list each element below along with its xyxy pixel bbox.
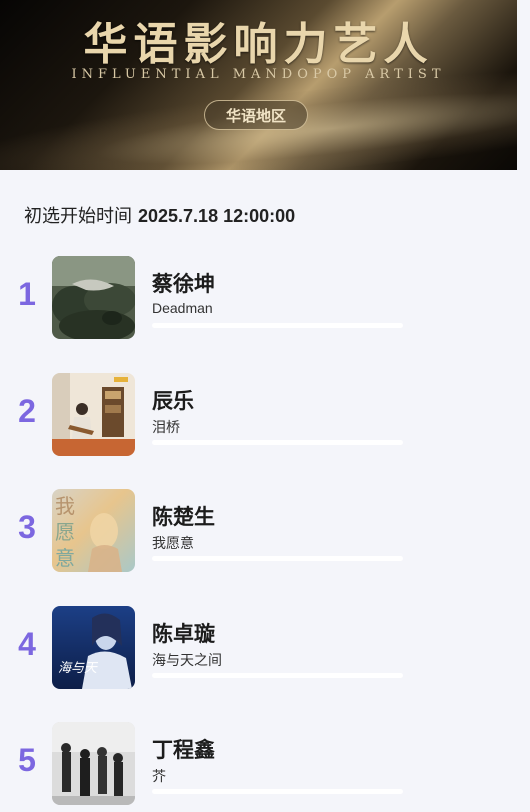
region-button[interactable]: 华语地区 [204, 100, 308, 130]
progress-bar [152, 440, 403, 445]
progress-bar [152, 789, 403, 794]
start-time-label: 初选开始时间 [24, 206, 132, 226]
progress-bar [152, 556, 403, 561]
album-cover[interactable]: 海与天 [52, 606, 135, 689]
artist-name: 辰乐 [152, 390, 194, 413]
song-title: 芥 [152, 768, 166, 784]
cover-art-image: 我 愿 意 [52, 489, 135, 572]
svg-text:意: 意 [55, 546, 75, 570]
cover-text: 海与天 [58, 661, 99, 676]
album-cover[interactable] [52, 373, 135, 456]
album-cover[interactable]: 我 愿 意 [52, 489, 135, 572]
header-banner: 华语影响力艺人 INFLUENTIAL MANDOPOP ARTIST 华语地区 [0, 0, 517, 170]
rank-number: 1 [18, 276, 36, 312]
ranking-row[interactable]: 1 蔡徐坤 Deadman [0, 256, 517, 346]
artist-name: 陈卓璇 [152, 623, 215, 646]
artist-name: 陈楚生 [152, 506, 215, 529]
artist-name: 丁程鑫 [152, 739, 215, 762]
start-time: 初选开始时间 2025.7.18 12:00:00 [24, 202, 295, 228]
song-title: Deadman [152, 300, 213, 316]
cover-art-image: 海与天 [52, 606, 135, 689]
ranking-row[interactable]: 5 丁程鑫 芥 [0, 722, 517, 812]
album-cover[interactable] [52, 256, 135, 339]
ranking-row[interactable]: 4 海与天 陈卓璇 海与天之间 [0, 606, 517, 696]
banner-title: 华语影响力艺人 [83, 19, 434, 70]
cover-art-image [52, 373, 135, 456]
cover-text: 我 [55, 494, 75, 518]
ranking-row[interactable]: 2 辰乐 泪桥 [0, 373, 517, 463]
ranking-row[interactable]: 3 我 愿 意 陈楚生 我愿意 [0, 489, 517, 579]
rank-number: 2 [18, 393, 36, 429]
progress-bar [152, 323, 403, 328]
rank-number: 3 [18, 509, 36, 545]
song-title: 泪桥 [152, 419, 180, 435]
artist-name: 蔡徐坤 [152, 273, 215, 296]
song-title: 海与天之间 [152, 652, 222, 668]
svg-text:愿: 愿 [55, 520, 75, 544]
rank-number: 5 [18, 742, 36, 778]
album-cover[interactable] [52, 722, 135, 805]
cover-art-image [52, 722, 135, 805]
progress-bar [152, 673, 403, 678]
start-time-value: 2025.7.18 12:00:00 [138, 206, 296, 226]
song-title: 我愿意 [152, 535, 194, 551]
cover-art-image [52, 256, 135, 339]
banner-subtitle: INFLUENTIAL MANDOPOP ARTIST [71, 67, 446, 82]
rank-number: 4 [18, 626, 36, 662]
